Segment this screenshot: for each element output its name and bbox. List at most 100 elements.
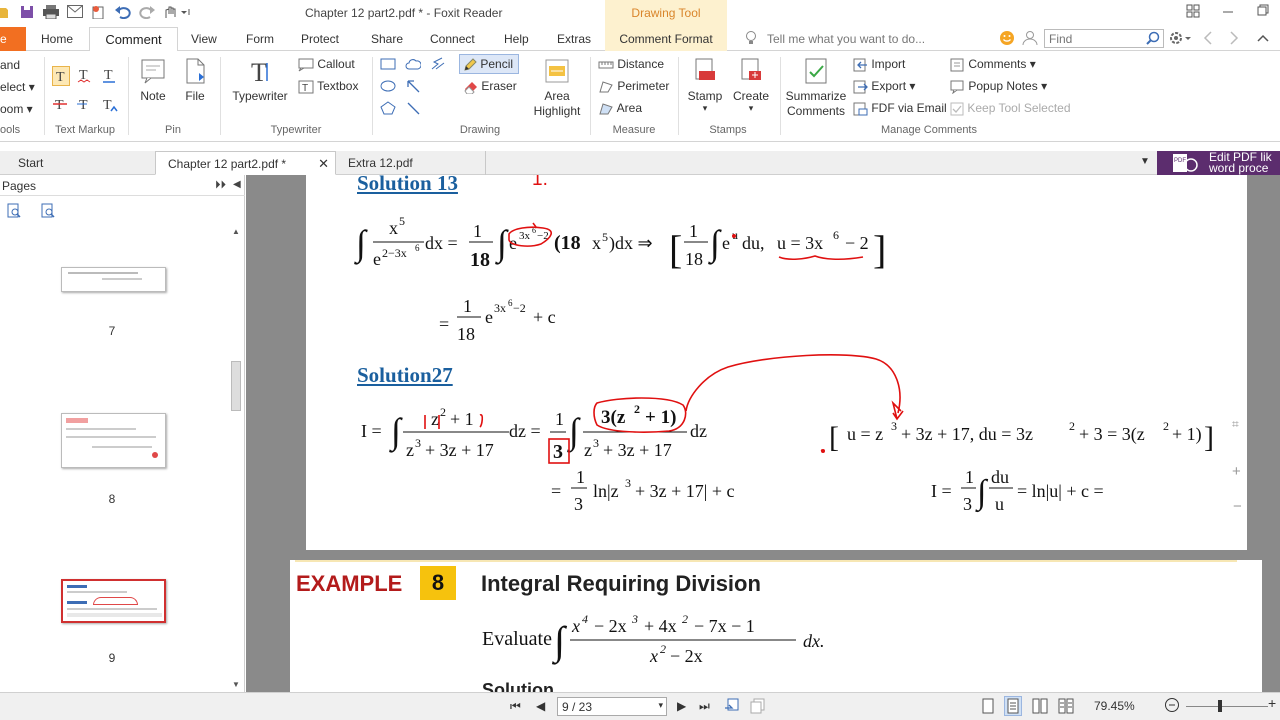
scroll-down-icon[interactable]: ▼ (232, 680, 240, 689)
email-icon[interactable] (67, 5, 83, 21)
first-page-icon[interactable]: ⏮ (510, 699, 521, 714)
reduce-thumbnails-icon[interactable] (40, 203, 56, 222)
tab-comment[interactable]: Comment (89, 27, 178, 52)
hand-dropdown-icon[interactable] (163, 5, 191, 22)
tab-connect[interactable]: Connect (430, 32, 475, 46)
page-thumbnail-9-current[interactable] (61, 579, 166, 623)
oval-tool[interactable] (380, 80, 396, 95)
pages-scrollbar[interactable]: ▲ ▼ (229, 227, 243, 689)
zoom-slider-handle[interactable] (1218, 700, 1222, 712)
rectangle-tool[interactable] (380, 58, 396, 73)
undo-icon[interactable] (115, 5, 131, 22)
settings-icon[interactable] (1169, 30, 1193, 49)
smiley-icon[interactable] (999, 30, 1015, 49)
collapse-ribbon-icon[interactable] (1257, 32, 1269, 46)
folder-icon[interactable] (0, 5, 10, 22)
textbox-button[interactable]: T Textbox (298, 79, 358, 94)
polygon-tool[interactable] (380, 101, 396, 118)
continuous-facing-view-icon[interactable] (1058, 698, 1074, 717)
doc-tab-extra12[interactable]: Extra 12.pdf (336, 151, 486, 175)
replace-text-tool[interactable]: T (76, 95, 92, 116)
edit-pdf-promo-banner[interactable]: PDF Edit PDF lik word proce (1157, 151, 1280, 175)
previous-view-icon[interactable] (724, 698, 740, 717)
redo-icon[interactable] (139, 5, 155, 22)
fit-page-icon[interactable]: ⌗ (1232, 417, 1239, 432)
keep-tool-selected-checkbox[interactable]: Keep Tool Selected (950, 101, 1071, 116)
search-icon[interactable] (1146, 31, 1160, 48)
area-measure-tool[interactable]: Area (598, 101, 642, 116)
zoom-out-icon[interactable]: − (1233, 498, 1242, 515)
forward-arrow-icon[interactable] (1229, 31, 1239, 48)
arrow-tool[interactable] (405, 79, 421, 96)
comments-dropdown[interactable]: Comments ▾ (950, 57, 1036, 72)
eraser-tool[interactable]: Eraser (464, 79, 517, 94)
hand-tool[interactable]: and (0, 58, 20, 72)
doc-tab-chapter12[interactable]: Chapter 12 part2.pdf * ✕ (155, 151, 336, 175)
close-tab-icon[interactable]: ✕ (318, 152, 329, 176)
fdf-via-email-button[interactable]: FDF via Email (853, 101, 947, 116)
tell-me-search[interactable]: Tell me what you want to do... (767, 32, 925, 46)
tab-form[interactable]: Form (246, 32, 274, 46)
pencil-tool[interactable]: Pencil (459, 54, 519, 74)
page-thumbnail-8[interactable] (61, 413, 166, 468)
create-stamp-button[interactable]: Create ▾ (730, 57, 772, 113)
typewriter-button[interactable]: T Typewriter (226, 57, 294, 104)
previous-page-icon[interactable]: ◀ (536, 699, 545, 713)
restore-icon[interactable] (1257, 4, 1269, 19)
zoom-tool[interactable]: oom ▾ (0, 102, 33, 116)
highlight-text-tool[interactable]: T (52, 66, 70, 86)
tab-list-dropdown-icon[interactable]: ▼ (1140, 156, 1150, 167)
callout-button[interactable]: Callout (298, 57, 355, 72)
tab-home[interactable]: Home (41, 32, 73, 46)
strikeout-text-tool[interactable]: T (52, 95, 68, 116)
distance-tool[interactable]: Distance (598, 57, 664, 72)
tab-share[interactable]: Share (371, 32, 403, 46)
underline-text-tool[interactable]: T (101, 66, 117, 87)
doc-tab-start[interactable]: Start (0, 151, 156, 175)
polyline-tool[interactable] (430, 57, 446, 74)
new-document-icon[interactable] (91, 5, 105, 22)
zoom-in-button[interactable]: + (1268, 695, 1276, 711)
next-view-icon[interactable] (750, 698, 766, 717)
zoom-slider-track[interactable] (1186, 706, 1268, 707)
zoom-in-icon[interactable]: + (1232, 463, 1241, 480)
popup-notes-dropdown[interactable]: Popup Notes ▾ (950, 79, 1047, 94)
tab-protect[interactable]: Protect (301, 32, 339, 46)
tab-file[interactable]: e (0, 27, 26, 51)
cloud-tool[interactable] (405, 57, 422, 74)
single-page-view-icon[interactable] (982, 698, 994, 717)
enlarge-thumbnails-icon[interactable] (6, 203, 22, 222)
continuous-view-icon[interactable] (1004, 696, 1022, 716)
summarize-comments-button[interactable]: Summarize Comments (784, 57, 848, 119)
note-button[interactable]: Note (134, 57, 172, 104)
page-thumbnail-7[interactable] (61, 267, 166, 292)
scroll-up-icon[interactable]: ▲ (232, 227, 240, 236)
tab-extras[interactable]: Extras (557, 32, 591, 46)
page-number-field[interactable]: 9 / 23 ▾ (557, 697, 667, 716)
document-view[interactable]: Solution 13 1. ∫ x5 e 2−3x 6 dx = 1 18 ∫ e… (246, 175, 1280, 692)
tab-comment-format[interactable]: Comment Format (605, 27, 727, 51)
zoom-out-button[interactable] (1164, 697, 1180, 716)
perimeter-tool[interactable]: Perimeter (598, 79, 669, 94)
ribbon-options-icon[interactable] (1186, 4, 1200, 21)
minimize-icon[interactable] (1222, 4, 1234, 19)
panel-expand-icon[interactable]: ⏵⏵ (215, 179, 226, 192)
scroll-thumb[interactable] (231, 361, 241, 411)
area-highlight-button[interactable]: Area Highlight (532, 57, 582, 119)
save-icon[interactable] (20, 5, 34, 22)
panel-collapse-icon[interactable]: ◀ (233, 179, 241, 190)
find-input[interactable] (1045, 30, 1141, 47)
user-icon[interactable] (1022, 30, 1038, 49)
squiggly-text-tool[interactable]: T (76, 66, 92, 87)
line-tool[interactable] (405, 101, 421, 118)
export-button[interactable]: Export ▾ (853, 79, 915, 94)
tab-view[interactable]: View (191, 32, 217, 46)
tab-help[interactable]: Help (504, 32, 529, 46)
print-icon[interactable] (43, 5, 59, 22)
import-button[interactable]: Import (853, 57, 905, 72)
facing-view-icon[interactable] (1032, 698, 1048, 717)
next-page-icon[interactable]: ▶ (677, 699, 686, 713)
file-attachment-button[interactable]: File (176, 57, 214, 104)
back-arrow-icon[interactable] (1203, 31, 1213, 48)
stamp-button[interactable]: Stamp ▾ (684, 57, 726, 113)
